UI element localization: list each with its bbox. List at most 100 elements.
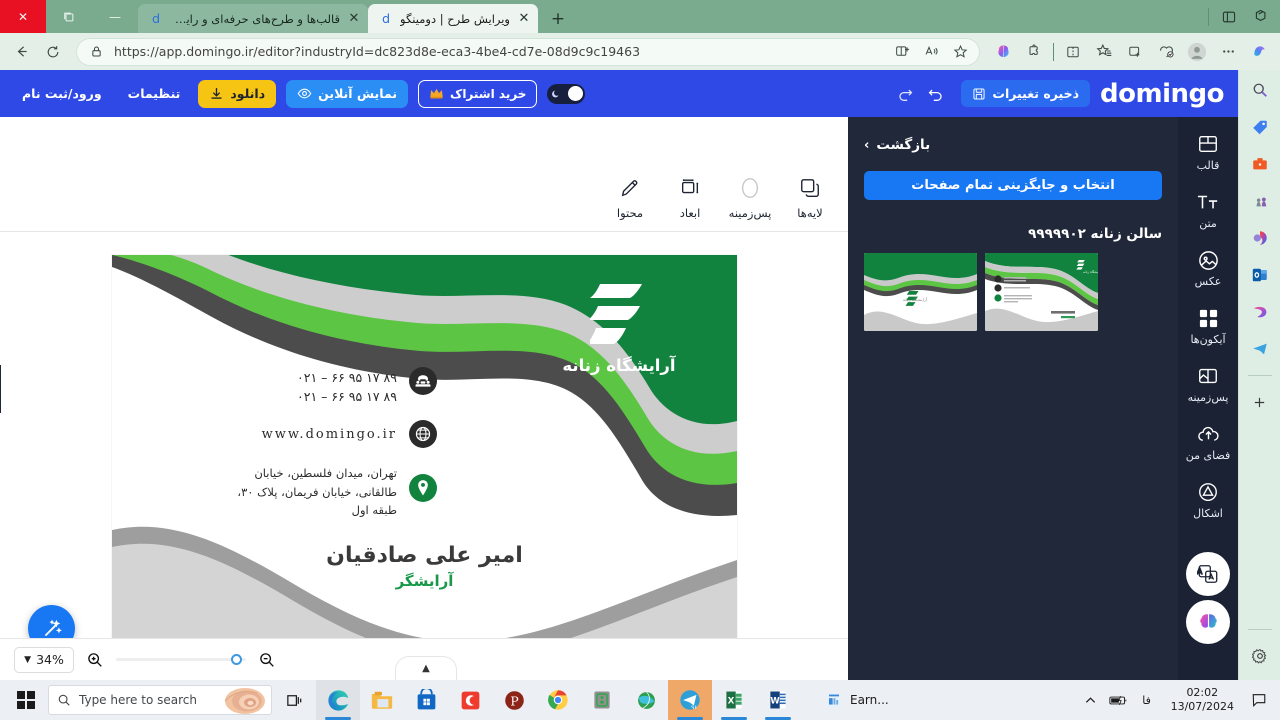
zoom-in-icon[interactable]: [84, 649, 106, 671]
download-button[interactable]: دانلود: [198, 79, 277, 108]
taskbar-search-box[interactable]: Type here to search: [48, 685, 272, 715]
tool-dimensions[interactable]: ابعاد: [663, 175, 717, 220]
settings-gear-icon[interactable]: [1245, 642, 1275, 670]
zoom-toolbar: ▼ 34% ▲: [0, 638, 848, 680]
letters-float-button[interactable]: A: [1186, 552, 1230, 596]
taskbar-green-app[interactable]: [580, 680, 624, 720]
designer-icon[interactable]: [1245, 298, 1275, 326]
back-icon[interactable]: [6, 38, 36, 66]
panel-back-button[interactable]: بازگشت ›: [864, 133, 1162, 157]
domingo-logo[interactable]: domingo: [1100, 79, 1224, 109]
card-person-role: آرایشگر: [395, 572, 454, 590]
template-thumb-front[interactable]: آرایشگاه زنانه: [985, 253, 1098, 331]
taskbar-news-widget[interactable]: Earn...: [818, 682, 895, 718]
read-aloud-icon[interactable]: [920, 41, 942, 63]
theme-toggle[interactable]: [547, 83, 586, 104]
svg-text:d: d: [152, 12, 160, 26]
tools-briefcase-icon[interactable]: [1245, 150, 1275, 178]
browser-essentials-icon[interactable]: [1151, 38, 1181, 66]
battery-icon[interactable]: [1109, 690, 1129, 710]
rail-item-text[interactable]: متن: [1180, 189, 1236, 230]
download-label: دانلود: [230, 86, 266, 101]
taskbar-telegram[interactable]: ۹۶: [668, 680, 712, 720]
card-phone-2: ۰۲۱ – ۶۶ ۹۵ ۱۷ ۸۹: [297, 389, 397, 404]
zoom-slider-knob[interactable]: [231, 654, 242, 665]
zoom-level-select[interactable]: ▼ 34%: [14, 646, 74, 673]
address-bar[interactable]: https://app.domingo.ir/editor?industryId…: [76, 37, 980, 66]
taskbar-microsoft-store[interactable]: [404, 680, 448, 720]
canvas-area[interactable]: لایه‌ها پس‌زمینه: [0, 117, 848, 680]
rail-item-my-space[interactable]: فضای من: [1180, 421, 1236, 462]
tool-content[interactable]: محتوا: [603, 175, 657, 220]
taskbar-google-chrome[interactable]: [536, 680, 580, 720]
tool-background[interactable]: پس‌زمینه: [723, 175, 777, 220]
settings-link[interactable]: تنظیمات: [120, 86, 189, 101]
shopping-tag-icon[interactable]: [1245, 113, 1275, 141]
outlook-icon[interactable]: [1245, 261, 1275, 289]
template-thumb-back[interactable]: آرایشگاه زنانه: [864, 253, 977, 331]
online-preview-button[interactable]: نمایش آنلاین: [286, 79, 409, 108]
panel-back-label: بازگشت: [876, 137, 931, 153]
taskbar-file-explorer[interactable]: [360, 680, 404, 720]
tab-groups-icon[interactable]: [1246, 3, 1276, 31]
favorites-icon[interactable]: [1089, 38, 1119, 66]
zoom-slider[interactable]: [116, 654, 246, 665]
business-card-design[interactable]: آرایشگاه زنانه ۰۲۱ – ۶۶ ۹۵ ۱۷ ۸۹ ۰۲۱ – ۶…: [112, 255, 737, 680]
redo-icon[interactable]: [895, 84, 915, 104]
tool-layers[interactable]: لایه‌ها: [783, 175, 837, 220]
chevron-up-icon[interactable]: [1081, 690, 1101, 710]
favorite-star-icon[interactable]: [949, 41, 971, 63]
rail-item-template[interactable]: قالب: [1180, 131, 1236, 172]
zoom-out-icon[interactable]: [256, 649, 278, 671]
taskbar-camtasia[interactable]: [448, 680, 492, 720]
task-view-button[interactable]: [272, 680, 316, 720]
login-register-link[interactable]: ورود/ثبت نام: [14, 86, 110, 101]
refresh-icon[interactable]: [38, 38, 68, 66]
close-icon[interactable]: ✕: [516, 11, 532, 27]
new-tab-button[interactable]: +: [544, 5, 572, 33]
card-brand-name: آرایشگاه زنانه: [562, 356, 676, 375]
search-icon[interactable]: [1245, 76, 1275, 104]
minimize-button[interactable]: —: [92, 0, 138, 33]
telegram-icon[interactable]: [1245, 335, 1275, 363]
taskbar-microsoft-edge[interactable]: [316, 680, 360, 720]
taskbar-globe-app[interactable]: [624, 680, 668, 720]
notification-icon[interactable]: [1248, 689, 1270, 711]
taskbar-clock[interactable]: 02:02 13/07/2024: [1165, 686, 1240, 714]
taskbar-p-app[interactable]: P: [492, 680, 536, 720]
chevron-left-icon: ›: [864, 137, 870, 153]
windows-start-icon[interactable]: [4, 680, 48, 720]
browser-tab-1[interactable]: d قالب‌ها و طرح‌های حرفه‌ای و رایگان ✕: [138, 4, 368, 33]
split-screen-icon[interactable]: [891, 41, 913, 63]
ai-assistant-button[interactable]: [1186, 600, 1230, 644]
profile-icon[interactable]: [1182, 38, 1212, 66]
add-sidebar-icon[interactable]: [1245, 388, 1275, 416]
copilot-icon[interactable]: [1244, 38, 1274, 66]
collections-icon[interactable]: [1120, 38, 1150, 66]
replace-all-pages-button[interactable]: انتخاب و جایگزینی تمام صفحات: [864, 171, 1162, 200]
chevron-up-icon: ▲: [422, 663, 430, 674]
rail-item-background[interactable]: پس‌زمینه: [1180, 363, 1236, 404]
rail-item-icons[interactable]: آیکون‌ها: [1180, 305, 1236, 346]
close-button[interactable]: ✕: [0, 0, 46, 33]
close-icon[interactable]: ✕: [346, 11, 362, 27]
maximize-button[interactable]: [46, 0, 92, 33]
taskbar-microsoft-word[interactable]: W: [756, 680, 800, 720]
copilot-brain-icon[interactable]: [988, 38, 1018, 66]
vertical-tabs-icon[interactable]: [1214, 3, 1244, 31]
panel-toggle-button[interactable]: [0, 365, 1, 413]
rail-item-image[interactable]: عکس: [1180, 247, 1236, 288]
buy-subscription-button[interactable]: خرید اشتراک: [418, 79, 538, 108]
language-indicator[interactable]: فا: [1137, 690, 1157, 710]
taskbar-microsoft-excel[interactable]: X: [712, 680, 756, 720]
save-changes-button[interactable]: ذخیره تغییرات: [961, 80, 1091, 107]
rail-item-shapes[interactable]: اشکال: [1180, 479, 1236, 520]
browser-tab-2[interactable]: d ویرایش طرح | دومینگو ✕: [368, 4, 538, 33]
undo-icon[interactable]: [925, 84, 945, 104]
settings-more-icon[interactable]: [1213, 38, 1243, 66]
games-icon[interactable]: [1245, 187, 1275, 215]
split-screen-icon[interactable]: [1058, 38, 1088, 66]
office-icon[interactable]: [1245, 224, 1275, 252]
pages-collapse-button[interactable]: ▲: [395, 656, 457, 680]
extensions-icon[interactable]: [1019, 38, 1049, 66]
